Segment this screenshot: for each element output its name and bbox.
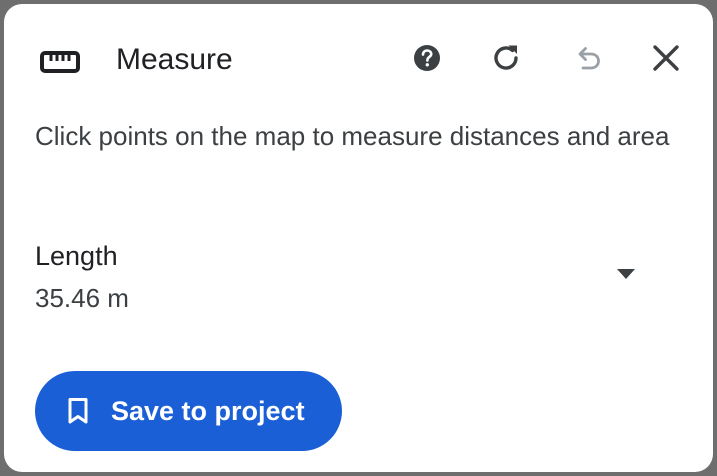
help-icon (412, 43, 442, 78)
bookmark-icon (67, 397, 89, 425)
panel-title: Measure (116, 43, 233, 76)
panel-header: Measure (4, 4, 713, 114)
measurement-label: Length (35, 241, 118, 271)
measurement-value: 35.46 m (35, 283, 129, 313)
undo-button[interactable] (566, 38, 610, 82)
unit-dropdown-button[interactable] (604, 254, 648, 298)
instructions-text: Click points on the map to measure dista… (35, 121, 670, 151)
undo-icon (571, 41, 605, 80)
caret-down-icon (616, 267, 636, 285)
refresh-icon (490, 41, 524, 80)
help-button[interactable] (405, 38, 449, 82)
close-icon (650, 42, 682, 79)
close-button[interactable] (644, 38, 688, 82)
measure-panel: Measure Click points on the map to measu… (4, 4, 713, 472)
refresh-button[interactable] (485, 38, 529, 82)
ruler-icon (40, 51, 80, 73)
save-button-label: Save to project (111, 396, 305, 426)
save-to-project-button[interactable]: Save to project (35, 371, 342, 451)
